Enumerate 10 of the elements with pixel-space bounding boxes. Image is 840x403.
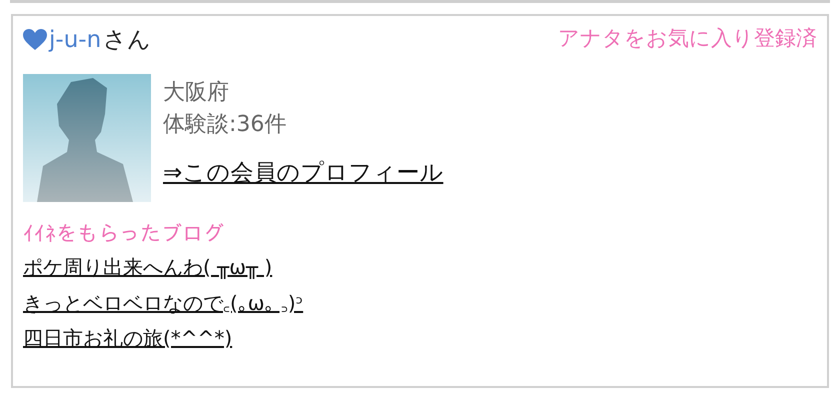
honorific-text: さん: [103, 26, 152, 55]
review-count: 体験談:36件: [163, 111, 286, 139]
section-heading: ｲｲﾈをもらったブログ: [23, 222, 225, 246]
blog-link[interactable]: きっとベロベロなので꜀(｡ω｡ ꜆)ᵓ: [23, 289, 304, 317]
favorite-status: アナタをお気に入り登録済: [558, 25, 817, 52]
member-name-link[interactable]: j-u-n: [49, 26, 102, 52]
blog-link[interactable]: 四日市お礼の旅(*^^*): [23, 325, 232, 352]
region-text: 大阪府: [163, 79, 229, 107]
profile-link[interactable]: ⇒この会員のプロフィール: [163, 157, 444, 188]
blog-link[interactable]: ポケ周り出来へんわ( ╥ω╥ ): [23, 254, 272, 281]
